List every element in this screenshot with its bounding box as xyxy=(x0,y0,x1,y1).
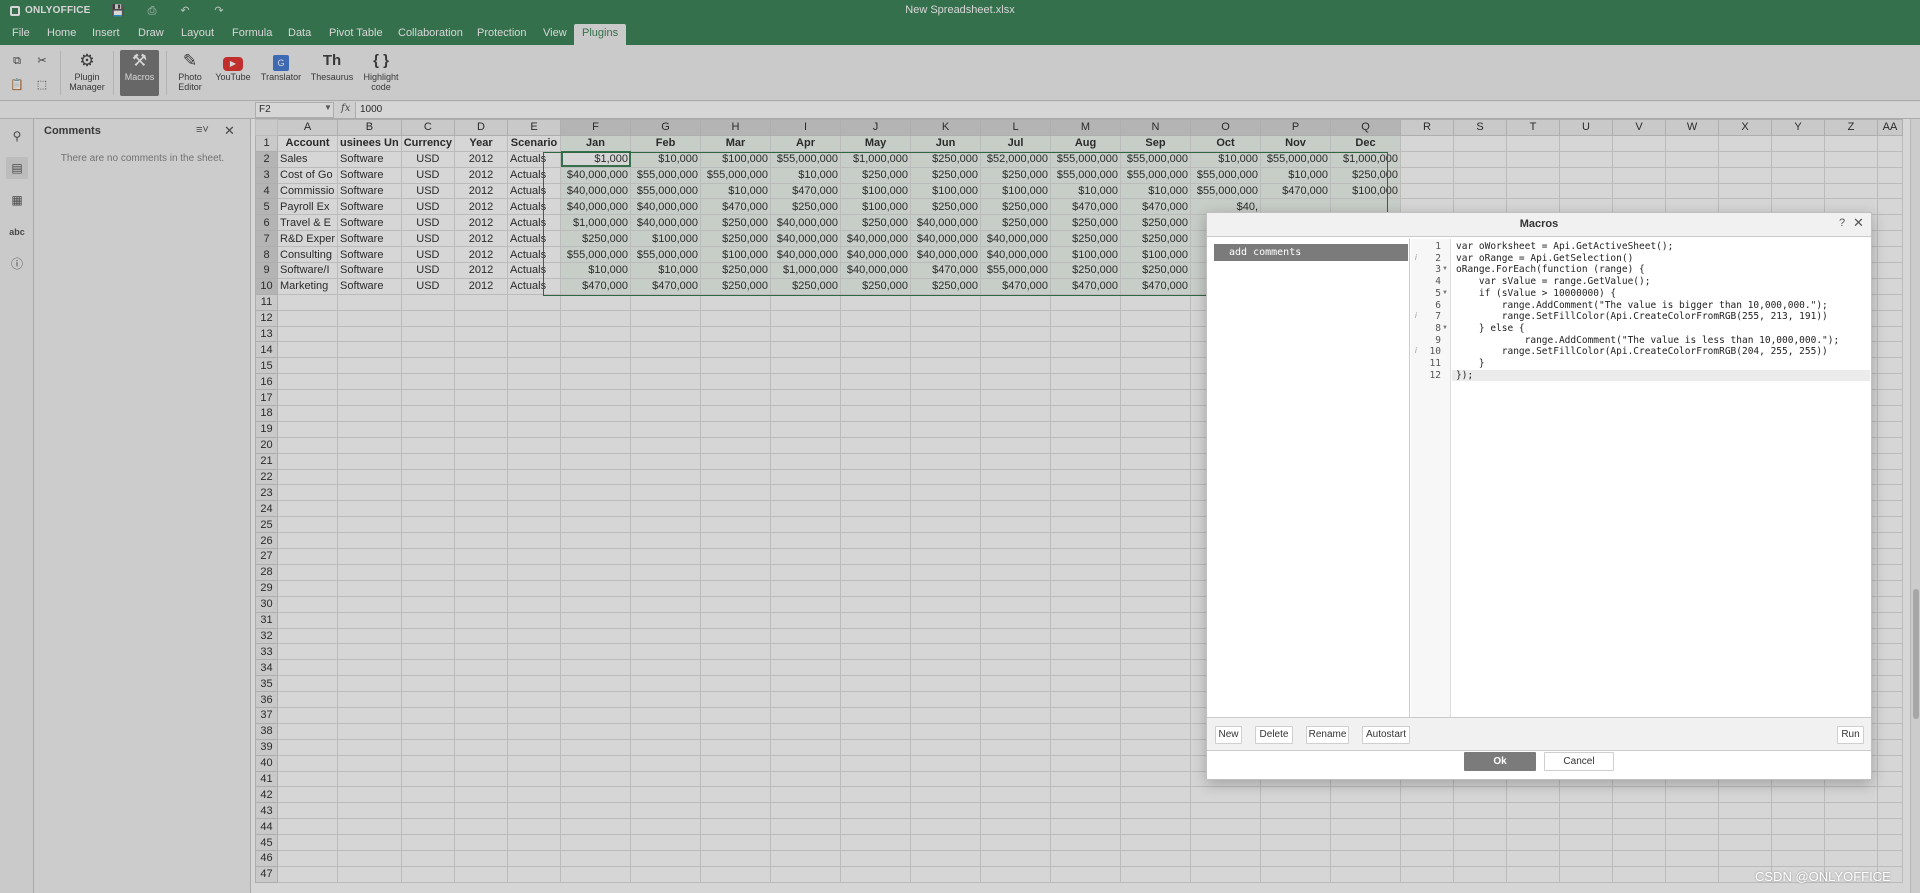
fold-arrow-icon[interactable]: ▼ xyxy=(1442,290,1448,296)
code-line[interactable]: }); xyxy=(1452,369,1870,382)
macro-list: add comments xyxy=(1209,239,1410,717)
info-marker-icon: i xyxy=(1415,252,1417,262)
code-line[interactable]: } xyxy=(1456,358,1485,370)
code-line[interactable]: var oWorksheet = Api.GetActiveSheet(); xyxy=(1456,241,1673,253)
run-macro-button[interactable]: Run xyxy=(1837,726,1864,744)
line-number: 6 xyxy=(1435,299,1441,311)
code-line[interactable]: range.SetFillColor(Api.CreateColorFromRG… xyxy=(1456,346,1828,358)
code-line[interactable]: range.AddComment("The value is bigger th… xyxy=(1456,300,1828,312)
delete-macro-button[interactable]: Delete xyxy=(1255,726,1293,744)
watermark: CSDN @ONLYOFFICE xyxy=(1755,869,1891,884)
dialog-header: Macros ? ✕ xyxy=(1207,213,1871,237)
close-icon[interactable]: ✕ xyxy=(1853,215,1864,231)
code-line[interactable]: var oRange = Api.GetSelection() xyxy=(1456,253,1633,265)
macro-item[interactable]: add comments xyxy=(1214,244,1408,261)
cancel-button[interactable]: Cancel xyxy=(1544,752,1614,771)
line-number: 3 xyxy=(1435,264,1441,276)
dialog-title: Macros xyxy=(1519,218,1559,230)
line-number: 9 xyxy=(1435,334,1441,346)
fold-arrow-icon[interactable]: ▼ xyxy=(1442,325,1448,331)
code-gutter: 1 2 i 3 ▼ 4 5 ▼ 6 7 i 8 ▼ 9 10 i 11 12 xyxy=(1411,239,1451,717)
fold-arrow-icon[interactable]: ▼ xyxy=(1442,266,1448,272)
code-line[interactable]: range.SetFillColor(Api.CreateColorFromRG… xyxy=(1456,311,1828,323)
line-number: 4 xyxy=(1435,276,1441,288)
line-number: 12 xyxy=(1429,369,1441,381)
rename-macro-button[interactable]: Rename xyxy=(1306,726,1349,744)
macros-dialog: Macros ? ✕ add comments 1 2 i 3 ▼ 4 5 ▼ 6 7 i 8 ▼ 9 10… xyxy=(1206,212,1872,780)
line-number: 5 xyxy=(1435,287,1441,299)
code-line[interactable]: if (sValue > 10000000) { xyxy=(1456,288,1616,300)
ok-button[interactable]: Ok xyxy=(1464,752,1536,771)
dialog-button-bar: New Delete Rename Autostart Run xyxy=(1207,717,1871,751)
help-icon[interactable]: ? xyxy=(1839,217,1845,229)
code-line[interactable]: oRange.ForEach(function (range) { xyxy=(1456,264,1645,276)
code-editor[interactable]: var oWorksheet = Api.GetActiveSheet(); va… xyxy=(1452,239,1870,717)
info-marker-icon: i xyxy=(1415,346,1417,356)
code-line[interactable]: } else { xyxy=(1456,323,1525,335)
line-number: 1 xyxy=(1435,241,1441,252)
line-number: 11 xyxy=(1429,358,1441,369)
line-number: 8 xyxy=(1435,322,1441,334)
code-line[interactable]: var sValue = range.GetValue(); xyxy=(1456,276,1651,288)
new-macro-button[interactable]: New xyxy=(1215,726,1242,744)
info-marker-icon: i xyxy=(1415,311,1417,321)
code-line[interactable]: range.AddComment("The value is less than… xyxy=(1456,335,1840,347)
autostart-button[interactable]: Autostart xyxy=(1362,726,1410,744)
app-window: ONLYOFFICE 💾 ⎙ ↶ ↷ New Spreadsheet.xlsx … xyxy=(0,0,1920,893)
